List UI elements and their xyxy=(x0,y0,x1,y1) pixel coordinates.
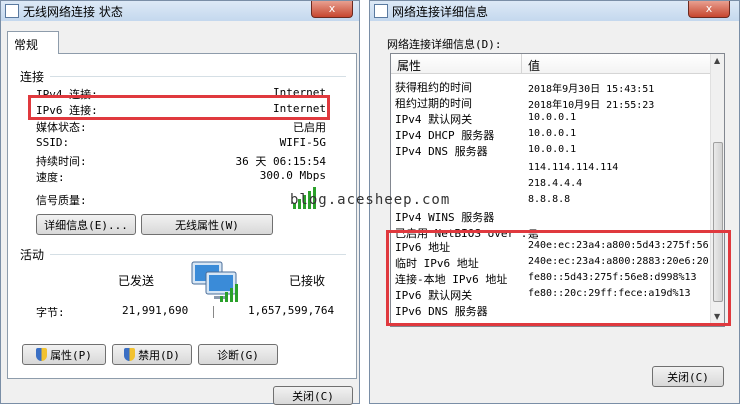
network-icon xyxy=(5,4,19,18)
row-property: IPv4 DHCP 服务器 xyxy=(395,129,495,142)
diagnose-button[interactable]: 诊断(G) xyxy=(198,344,278,365)
table-row[interactable]: 获得租约的时间 2018年9月30日 15:43:51 xyxy=(391,78,711,95)
media-state-label: 媒体状态: xyxy=(36,121,87,134)
uac-shield-icon xyxy=(124,348,136,361)
disable-button[interactable]: 禁用(D) xyxy=(112,344,192,365)
row-property: 租约过期的时间 xyxy=(395,97,472,110)
row-value: 2018年10月9日 21:55:23 xyxy=(528,100,655,111)
speed-label: 速度: xyxy=(36,171,65,184)
row-value: 218.4.4.4 xyxy=(528,178,583,189)
sent-label: 已发送 xyxy=(118,274,155,288)
column-divider[interactable] xyxy=(521,54,522,74)
tab-general[interactable]: 常规 xyxy=(7,31,59,54)
duration-label: 持续时间: xyxy=(36,155,87,168)
row-property: 获得租约的时间 xyxy=(395,81,472,94)
bytes-sent-value: 21,991,690 xyxy=(122,304,189,317)
properties-button[interactable]: 属性(P) xyxy=(22,344,106,365)
row-property: IPv4 默认网关 xyxy=(395,113,473,126)
ipv6-details-highlight xyxy=(386,230,731,326)
disable-button-label: 禁用(D) xyxy=(138,348,180,362)
table-row[interactable]: 218.4.4.4 xyxy=(391,176,711,192)
status-close-button[interactable]: 关闭(C) xyxy=(273,386,353,405)
wifi-signal-icon xyxy=(220,284,238,302)
row-value: 10.0.0.1 xyxy=(528,144,577,155)
speed-value: 300.0 Mbps xyxy=(259,169,326,182)
activity-divider xyxy=(50,254,346,255)
duration-value: 36 天 06:15:54 xyxy=(235,155,326,168)
details-list-header: 属性 值 xyxy=(391,54,711,74)
table-row[interactable]: 114.114.114.114 xyxy=(391,160,711,176)
scroll-up-arrow-icon[interactable]: ▲ xyxy=(714,56,720,65)
bytes-received-value: 1,657,599,764 xyxy=(248,304,335,317)
close-icon: x xyxy=(328,2,336,15)
table-row[interactable]: IPv4 默认网关 10.0.0.1 xyxy=(391,110,711,126)
network-icon xyxy=(374,4,388,18)
row-property: IPv4 DNS 服务器 xyxy=(395,145,488,158)
received-label: 已接收 xyxy=(289,274,326,288)
row-value: 2018年9月30日 15:43:51 xyxy=(528,84,655,95)
details-list-caption: 网络连接详细信息(D): xyxy=(387,38,502,51)
details-window-close-button[interactable]: x xyxy=(688,1,730,18)
details-close-button[interactable]: 关闭(C) xyxy=(652,366,724,387)
connection-divider xyxy=(50,76,346,77)
status-window-titlebar[interactable]: 无线网络连接 状态 xyxy=(1,1,359,21)
close-icon: x xyxy=(705,2,713,15)
table-row[interactable]: IPv4 WINS 服务器 xyxy=(391,208,711,224)
uac-shield-icon xyxy=(36,348,48,361)
details-button[interactable]: 详细信息(E)... xyxy=(36,214,136,235)
activity-section-title: 活动 xyxy=(20,248,45,262)
wireless-properties-button[interactable]: 无线属性(W) xyxy=(141,214,273,235)
details-window-titlebar[interactable]: 网络连接详细信息 xyxy=(370,1,739,21)
activity-link-line xyxy=(213,306,214,318)
column-header-value[interactable]: 值 xyxy=(528,57,540,74)
table-row[interactable]: IPv4 DHCP 服务器 10.0.0.1 xyxy=(391,126,711,142)
properties-button-label: 属性(P) xyxy=(50,348,92,362)
table-row[interactable]: 租约过期的时间 2018年10月9日 21:55:23 xyxy=(391,94,711,111)
details-window-title: 网络连接详细信息 xyxy=(392,4,489,19)
column-header-property[interactable]: 属性 xyxy=(397,57,421,74)
row-value: 10.0.0.1 xyxy=(528,128,577,139)
ssid-label: SSID: xyxy=(36,136,70,149)
ipv6-connection-highlight xyxy=(28,95,330,120)
row-property: IPv4 WINS 服务器 xyxy=(395,211,495,224)
table-row[interactable]: IPv4 DNS 服务器 10.0.0.1 xyxy=(391,142,711,158)
connection-section-title: 连接 xyxy=(20,70,45,84)
status-window-close-button[interactable]: x xyxy=(311,1,353,18)
watermark-text: blog.acesheep.com xyxy=(290,192,451,208)
status-window-title: 无线网络连接 状态 xyxy=(23,4,123,19)
row-value: 8.8.8.8 xyxy=(528,194,571,205)
signal-quality-label: 信号质量: xyxy=(36,194,87,207)
media-state-value: 已启用 xyxy=(293,121,326,134)
ssid-value: WIFI-5G xyxy=(279,136,326,149)
row-value: 114.114.114.114 xyxy=(528,162,619,173)
row-value: 10.0.0.1 xyxy=(528,112,577,123)
bytes-label: 字节: xyxy=(36,306,65,319)
